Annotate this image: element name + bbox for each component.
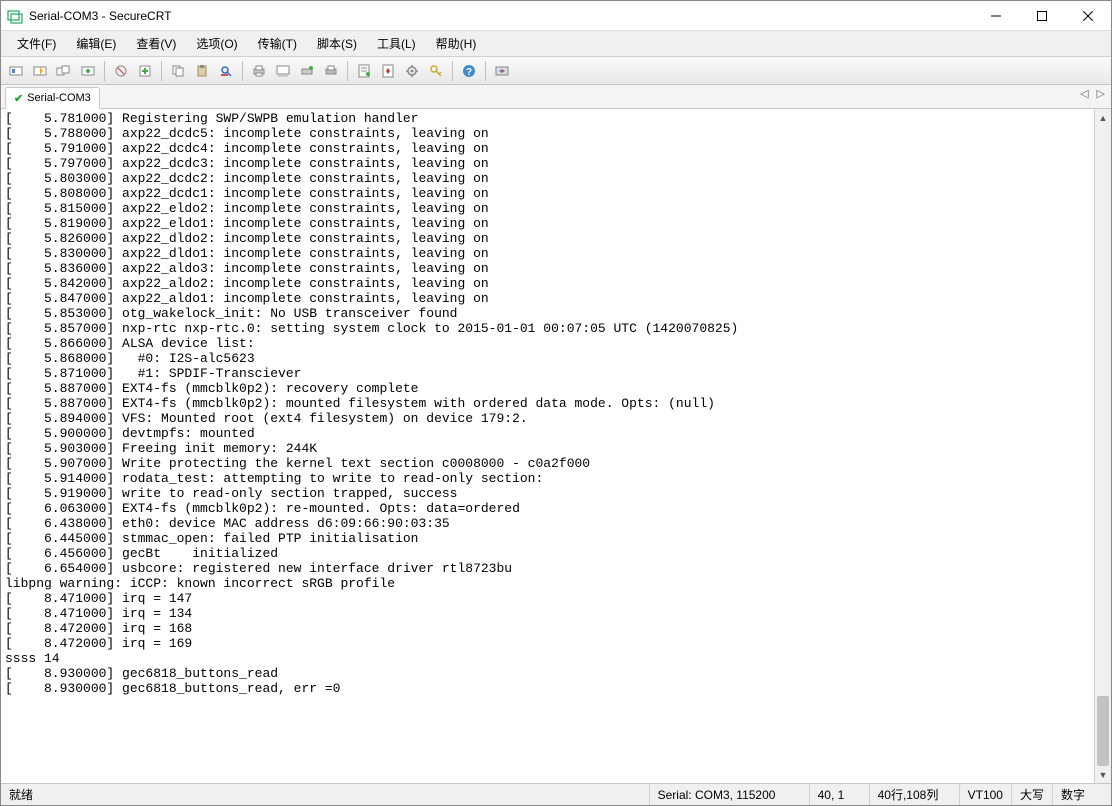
menu-传输(T)[interactable]: 传输(T) <box>248 32 307 55</box>
maximize-button[interactable] <box>1019 1 1065 30</box>
separator <box>104 61 105 81</box>
status-connection: Serial: COM3, 115200 <box>650 784 810 805</box>
find-icon[interactable] <box>215 60 237 82</box>
tab-prev-button[interactable]: ◁ <box>1078 87 1090 100</box>
print-screen-icon[interactable] <box>272 60 294 82</box>
transfer-icon[interactable] <box>491 60 513 82</box>
menu-帮助(H)[interactable]: 帮助(H) <box>426 32 487 55</box>
app-icon <box>7 8 23 24</box>
separator <box>485 61 486 81</box>
menu-文件(F)[interactable]: 文件(F) <box>7 32 66 55</box>
toolbar: ? <box>1 57 1111 85</box>
terminal-container: [ 5.781000] Registering SWP/SWPB emulati… <box>1 109 1111 783</box>
copy-icon[interactable] <box>167 60 189 82</box>
status-cursor: 40, 1 <box>810 784 870 805</box>
options-icon[interactable] <box>377 60 399 82</box>
session-tab[interactable]: ✔ Serial-COM3 <box>5 87 100 109</box>
scroll-thumb[interactable] <box>1097 696 1109 766</box>
print-sel-icon[interactable] <box>296 60 318 82</box>
reconnect-icon[interactable] <box>77 60 99 82</box>
scroll-down-button[interactable]: ▼ <box>1095 766 1111 783</box>
key-icon[interactable] <box>425 60 447 82</box>
tab-bar: ✔ Serial-COM3 ◁ ▷ <box>1 85 1111 109</box>
separator <box>452 61 453 81</box>
separator <box>161 61 162 81</box>
terminal-output[interactable]: [ 5.781000] Registering SWP/SWPB emulati… <box>1 109 1094 783</box>
minimize-button[interactable] <box>973 1 1019 30</box>
status-num: 数字 <box>1053 784 1093 805</box>
menu-编辑(E)[interactable]: 编辑(E) <box>66 32 126 55</box>
quick-connect-icon[interactable] <box>29 60 51 82</box>
window-title: Serial-COM3 - SecureCRT <box>29 9 973 23</box>
menu-查看(V)[interactable]: 查看(V) <box>126 32 186 55</box>
new-session-icon[interactable] <box>134 60 156 82</box>
paste-icon[interactable] <box>191 60 213 82</box>
status-ready: 就绪 <box>1 784 650 805</box>
tab-next-button[interactable]: ▷ <box>1095 87 1107 100</box>
separator <box>347 61 348 81</box>
help-icon[interactable]: ? <box>458 60 480 82</box>
scrollbar[interactable]: ▲ ▼ <box>1094 109 1111 783</box>
settings-icon[interactable] <box>401 60 423 82</box>
connect-icon[interactable] <box>5 60 27 82</box>
titlebar: Serial-COM3 - SecureCRT <box>1 1 1111 31</box>
menu-工具(L)[interactable]: 工具(L) <box>367 32 426 55</box>
resize-grip[interactable] <box>1093 784 1111 805</box>
tab-label: Serial-COM3 <box>27 92 91 104</box>
check-icon: ✔ <box>14 92 23 105</box>
scroll-track[interactable] <box>1095 126 1111 766</box>
menu-脚本(S)[interactable]: 脚本(S) <box>307 32 367 55</box>
print-icon[interactable] <box>248 60 270 82</box>
close-button[interactable] <box>1065 1 1111 30</box>
scroll-up-button[interactable]: ▲ <box>1095 109 1111 126</box>
status-caps: 大写 <box>1012 784 1053 805</box>
svg-text:?: ? <box>466 67 472 78</box>
menubar: 文件(F)编辑(E)查看(V)选项(O)传输(T)脚本(S)工具(L)帮助(H) <box>1 31 1111 57</box>
status-emulation: VT100 <box>960 784 1012 805</box>
status-bar: 就绪 Serial: COM3, 115200 40, 1 40行,108列 V… <box>1 783 1111 805</box>
menu-选项(O)[interactable]: 选项(O) <box>186 32 247 55</box>
separator <box>242 61 243 81</box>
properties-icon[interactable] <box>353 60 375 82</box>
connect-tab-icon[interactable] <box>53 60 75 82</box>
printer-icon[interactable] <box>320 60 342 82</box>
disconnect-icon[interactable] <box>110 60 132 82</box>
status-size: 40行,108列 <box>870 784 960 805</box>
